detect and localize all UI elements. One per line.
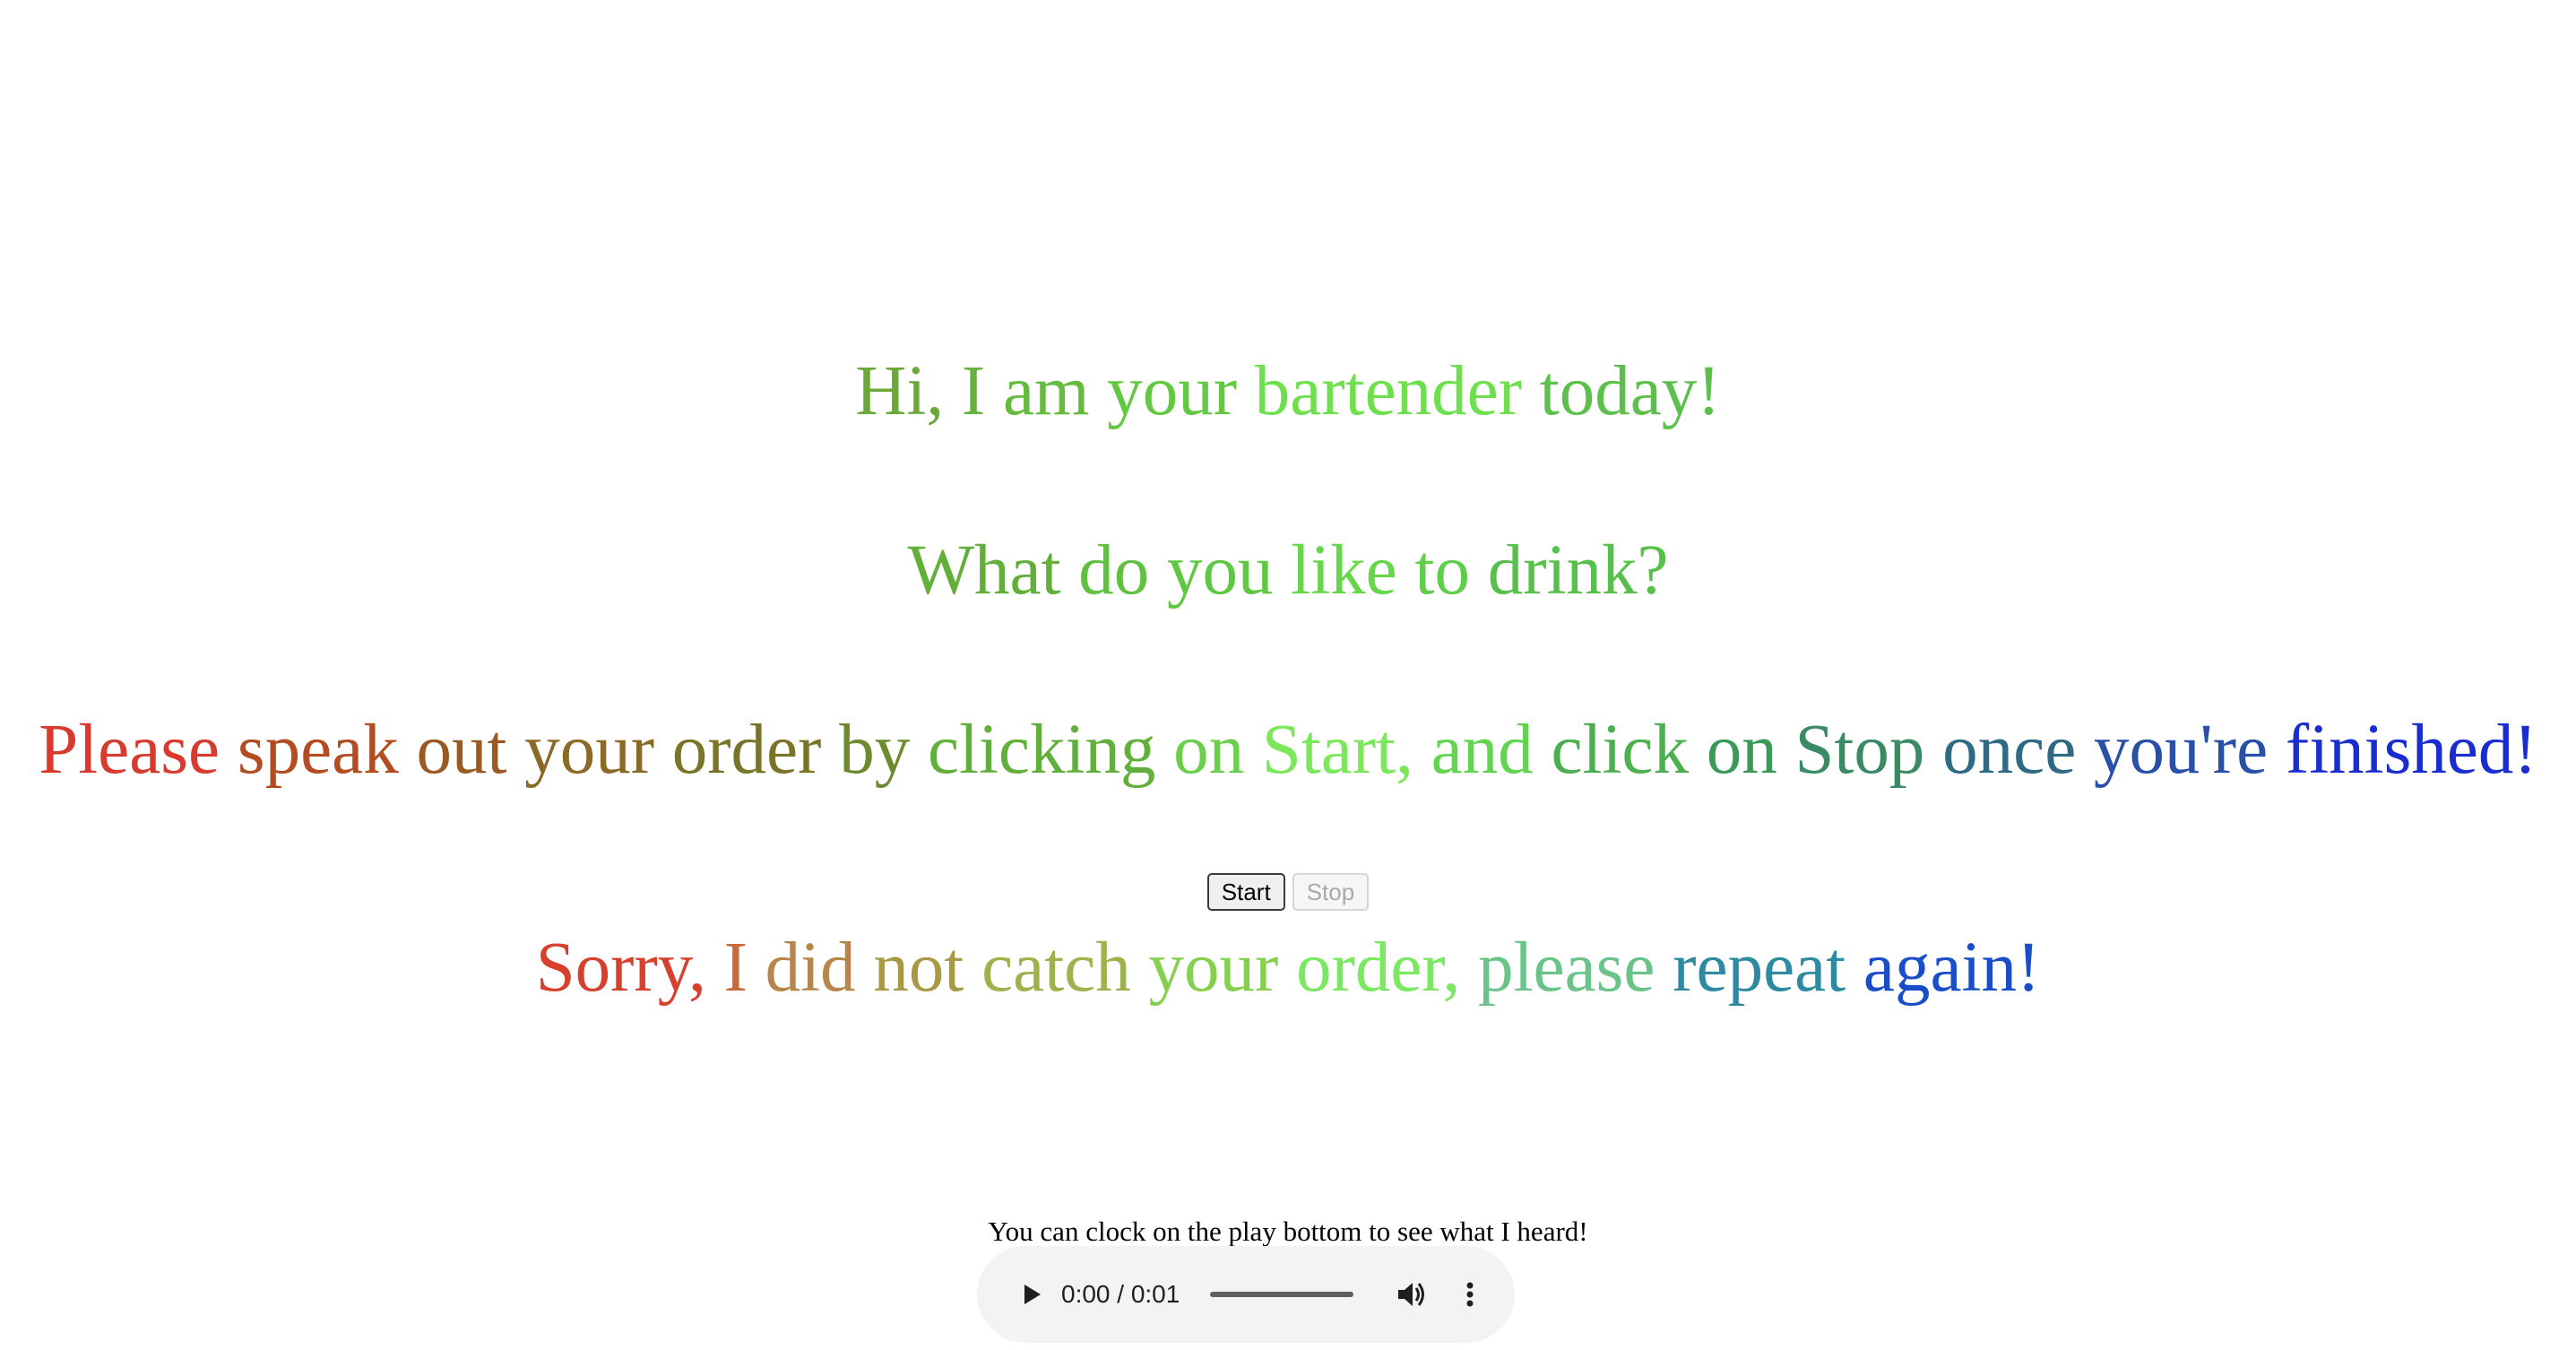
word: by xyxy=(839,711,911,789)
word: order xyxy=(671,711,822,789)
word: your xyxy=(1148,929,1279,1007)
word: catch xyxy=(981,929,1131,1007)
word: finished! xyxy=(2285,711,2537,789)
word: again! xyxy=(1863,929,2041,1007)
page: Hi, I am your bartender today! What do y… xyxy=(0,0,2576,1350)
word: you're xyxy=(2094,711,2269,789)
word: order, xyxy=(1296,929,1461,1007)
word: today! xyxy=(1539,352,1721,430)
word: repeat xyxy=(1673,929,1846,1007)
more-vertical-icon[interactable] xyxy=(1450,1275,1490,1314)
word: Please xyxy=(39,711,220,789)
word: Hi, xyxy=(855,352,945,430)
greeting-heading: Hi, I am your bartender today! xyxy=(0,356,2576,427)
word: did xyxy=(765,929,856,1007)
record-controls: Start Stop xyxy=(0,873,2576,911)
word: I xyxy=(961,352,986,430)
play-icon[interactable] xyxy=(1011,1275,1050,1314)
question-heading: What do you like to drink? xyxy=(0,535,2576,606)
word: Sorry, xyxy=(535,929,706,1007)
start-button[interactable]: Start xyxy=(1206,873,1285,911)
word: your xyxy=(1107,352,1238,430)
word: click xyxy=(1551,711,1689,789)
word: you xyxy=(1167,532,1274,610)
word: do xyxy=(1078,532,1150,610)
word: What xyxy=(907,532,1061,610)
word: out xyxy=(416,711,507,789)
word: I xyxy=(723,929,748,1007)
word: your xyxy=(524,711,654,789)
word: bartender xyxy=(1254,352,1523,430)
word: Stop xyxy=(1794,711,1925,789)
seek-bar[interactable] xyxy=(1210,1292,1353,1297)
stop-button: Stop xyxy=(1292,873,1370,911)
audio-player: 0:00 / 0:01 xyxy=(977,1246,1515,1343)
word: like xyxy=(1291,532,1397,610)
word: once xyxy=(1942,711,2077,789)
word: clicking xyxy=(927,711,1156,789)
sorry-message: Sorry, I did not catch your order, pleas… xyxy=(0,932,2576,1003)
word: to xyxy=(1414,532,1470,610)
word: speak xyxy=(237,711,399,789)
word: and xyxy=(1431,711,1534,789)
word: am xyxy=(1002,352,1090,430)
word: on xyxy=(1173,711,1245,789)
word: please xyxy=(1478,929,1655,1007)
volume-icon[interactable] xyxy=(1391,1275,1431,1314)
instructions-heading: Please speak out your order by clicking … xyxy=(0,714,2576,785)
word: drink? xyxy=(1487,532,1669,610)
time-display: 0:00 / 0:01 xyxy=(1061,1280,1180,1308)
word: Start, xyxy=(1261,711,1413,789)
word: on xyxy=(1706,711,1777,789)
playback-hint: You can clock on the play bottom to see … xyxy=(988,1216,1588,1247)
word: not xyxy=(873,929,964,1007)
